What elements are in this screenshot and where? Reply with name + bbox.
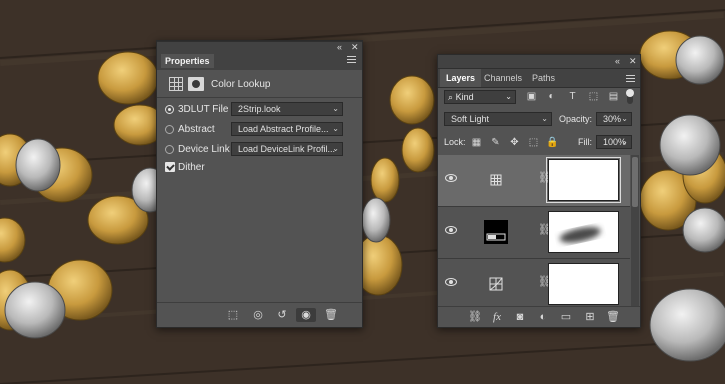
fx-icon[interactable]: fx xyxy=(490,310,504,324)
blend-mode-value: Soft Light xyxy=(451,114,490,124)
add-mask-icon[interactable]: ◙ xyxy=(513,310,527,324)
3dlut-file-value: 2Strip.look xyxy=(238,104,281,114)
fill-field[interactable]: 100% ⌄ xyxy=(596,135,632,149)
color-lookup-icon xyxy=(169,77,183,91)
color-lookup-icon xyxy=(490,174,502,186)
panel-menu-icon[interactable] xyxy=(626,75,635,76)
layer-row[interactable]: ⛓ xyxy=(438,207,630,259)
layers-list: ⛓ ⛓ ⛓ xyxy=(438,155,640,308)
chevron-down-icon: ⌄ xyxy=(332,124,339,133)
tab-channels[interactable]: Channels xyxy=(478,69,528,87)
filter-kind-dropdown[interactable]: ⌕ Kind ⌄ xyxy=(444,90,516,104)
close-panel-button[interactable]: ✕ xyxy=(629,56,637,67)
option-device-link-label: Device Link xyxy=(178,144,230,155)
visibility-icon[interactable]: ◉ xyxy=(296,308,316,322)
lock-all-icon[interactable]: 🔒 xyxy=(546,137,558,148)
properties-titlebar xyxy=(157,41,362,42)
layer-row[interactable]: ⛓ xyxy=(438,259,630,308)
filter-toggle[interactable] xyxy=(626,89,634,104)
chevron-down-icon: ⌄ xyxy=(541,114,548,123)
curves-adjustment-icon xyxy=(489,277,503,291)
abstract-profile-value: Load Abstract Profile... xyxy=(238,124,329,134)
tab-paths[interactable]: Paths xyxy=(526,69,561,87)
lock-label: Lock: xyxy=(444,137,466,147)
layers-footer: ⛓ fx ◙ ◐ ▭ ⊞ 🗑 xyxy=(438,306,640,327)
panel-menu-icon[interactable] xyxy=(347,56,356,57)
properties-footer: ⬚ ◎ ↺ ◉ 🗑 xyxy=(157,302,362,327)
reset-icon[interactable]: ↺ xyxy=(274,308,290,322)
visibility-eye-icon[interactable] xyxy=(445,174,457,182)
layers-scrollbar[interactable] xyxy=(631,155,639,309)
chevron-down-icon: ⌄ xyxy=(332,104,339,113)
layers-panel-topbar: « ✕ xyxy=(438,55,640,69)
layer-mask-thumbnail[interactable] xyxy=(548,211,619,253)
new-layer-icon[interactable]: ⊞ xyxy=(583,310,597,324)
chevron-down-icon: ⌄ xyxy=(621,114,628,123)
chevron-down-icon: ⌄ xyxy=(332,144,339,153)
type-filter-icon[interactable]: T xyxy=(567,91,578,102)
lock-transparent-pixels-icon[interactable]: ▦ xyxy=(471,137,482,148)
blend-row: Soft Light ⌄ Opacity: 30% ⌄ xyxy=(438,109,640,129)
layer-mask-thumbnail[interactable] xyxy=(546,157,621,203)
radio-abstract[interactable] xyxy=(165,125,174,134)
chevron-down-icon: ⌄ xyxy=(505,92,512,101)
tab-layers[interactable]: Layers xyxy=(440,69,482,87)
opacity-field[interactable]: 30% ⌄ xyxy=(596,112,632,126)
layer-row[interactable]: ⛓ xyxy=(438,155,630,207)
visibility-eye-icon[interactable] xyxy=(445,226,457,234)
layer-mask-icon[interactable] xyxy=(188,77,204,91)
lock-artboard-icon[interactable]: ⬚ xyxy=(528,137,539,148)
layer-mask-thumbnail[interactable] xyxy=(548,263,619,305)
group-icon[interactable]: ▭ xyxy=(559,310,573,324)
radio-device-link[interactable] xyxy=(165,145,174,154)
smart-object-filter-icon[interactable]: ▤ xyxy=(608,91,619,102)
opacity-value: 30% xyxy=(603,114,622,124)
chevron-down-icon: ⌄ xyxy=(621,137,628,146)
abstract-profile-dropdown[interactable]: Load Abstract Profile... ⌄ xyxy=(231,122,343,136)
trash-icon[interactable]: 🗑 xyxy=(606,310,620,324)
view-previous-state-icon[interactable]: ◎ xyxy=(250,308,266,322)
fill-label: Fill: xyxy=(578,137,592,147)
search-icon: ⌕ xyxy=(448,92,454,102)
trash-icon[interactable]: 🗑 xyxy=(323,308,339,322)
pixel-filter-icon[interactable]: ▣ xyxy=(526,91,537,102)
scrollbar-thumb[interactable] xyxy=(632,157,638,207)
properties-panel: « ✕ Properties Color Lookup 3DLUT File 2… xyxy=(156,40,363,328)
3dlut-file-dropdown[interactable]: 2Strip.look ⌄ xyxy=(231,102,343,116)
adjustment-filter-icon[interactable]: ◐ xyxy=(546,91,557,102)
lock-image-pixels-icon[interactable]: ✎ xyxy=(490,137,501,148)
shape-filter-icon[interactable]: ⬚ xyxy=(588,91,599,102)
collapse-panel-button[interactable]: « xyxy=(615,56,620,67)
properties-tabbar: Properties xyxy=(157,50,362,70)
opacity-label: Opacity: xyxy=(559,114,593,124)
dither-checkbox[interactable] xyxy=(165,162,175,172)
option-abstract-label: Abstract xyxy=(178,124,215,135)
option-3dlut-label: 3DLUT File xyxy=(178,104,229,115)
device-link-value: Load DeviceLink Profil... xyxy=(238,144,336,154)
blend-mode-dropdown[interactable]: Soft Light ⌄ xyxy=(444,112,552,126)
link-icon[interactable]: ⛓ xyxy=(468,310,482,324)
visibility-eye-icon[interactable] xyxy=(445,278,457,286)
adjustment-header: Color Lookup xyxy=(157,71,362,98)
layers-tabbar: Layers Channels Paths xyxy=(438,69,640,88)
properties-tab-title[interactable]: Properties xyxy=(161,54,214,68)
filter-kind-value: Kind xyxy=(455,92,474,102)
adjustment-name: Color Lookup xyxy=(211,79,271,90)
clip-to-layer-icon[interactable]: ⬚ xyxy=(225,308,241,322)
radio-3dlut[interactable] xyxy=(165,105,174,114)
lock-row: Lock: ▦ ✎ ✥ ⬚ 🔒 Fill: 100% ⌄ xyxy=(438,133,640,153)
filter-row: ⌕ Kind ⌄ ▣ ◐ T ⬚ ▤ xyxy=(438,87,640,107)
device-link-dropdown[interactable]: Load DeviceLink Profil... ⌄ xyxy=(231,142,343,156)
layers-panel: « ✕ Layers Channels Paths ⌕ Kind ⌄ ▣ ◐ T… xyxy=(437,54,641,328)
lock-position-icon[interactable]: ✥ xyxy=(509,137,520,148)
dither-label: Dither xyxy=(178,162,205,173)
levels-adjustment-icon xyxy=(484,220,508,244)
adjustment-icon[interactable]: ◐ xyxy=(536,310,550,324)
